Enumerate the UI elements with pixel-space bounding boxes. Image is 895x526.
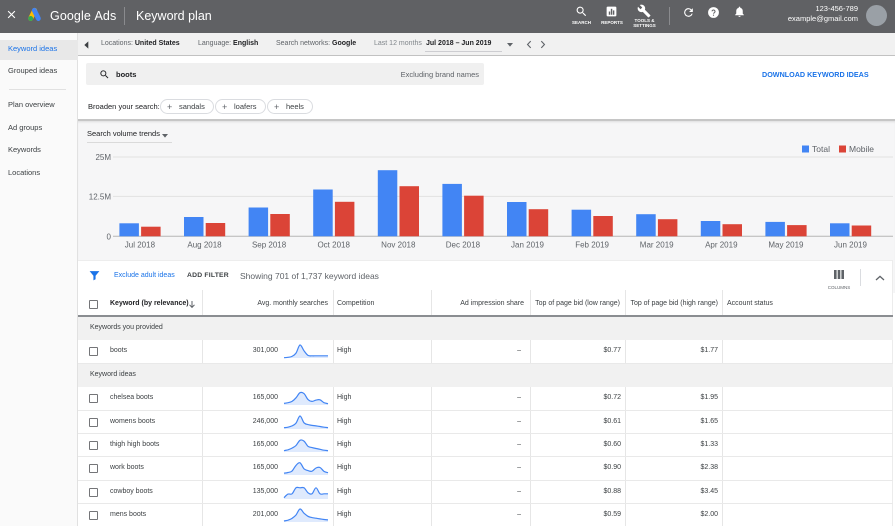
svg-text:Nov 2018: Nov 2018 xyxy=(381,241,416,250)
svg-text:25M: 25M xyxy=(95,153,111,162)
svg-text:Apr 2019: Apr 2019 xyxy=(705,241,738,250)
svg-text:Total: Total xyxy=(812,144,830,154)
svg-text:Jul 2018: Jul 2018 xyxy=(125,241,156,250)
svg-text:Oct 2018: Oct 2018 xyxy=(317,241,350,250)
svg-text:Jan 2019: Jan 2019 xyxy=(511,241,544,250)
svg-text:0: 0 xyxy=(107,232,112,241)
svg-text:Mar 2019: Mar 2019 xyxy=(640,241,674,250)
svg-text:Aug 2018: Aug 2018 xyxy=(187,241,222,250)
svg-text:Sep 2018: Sep 2018 xyxy=(252,241,287,250)
svg-text:Feb 2019: Feb 2019 xyxy=(575,241,609,250)
svg-text:12.5M: 12.5M xyxy=(89,192,112,201)
svg-text:Mobile: Mobile xyxy=(849,144,874,154)
svg-text:May 2019: May 2019 xyxy=(768,241,804,250)
svg-text:Jun 2019: Jun 2019 xyxy=(834,241,867,250)
svg-text:Dec 2018: Dec 2018 xyxy=(446,241,481,250)
